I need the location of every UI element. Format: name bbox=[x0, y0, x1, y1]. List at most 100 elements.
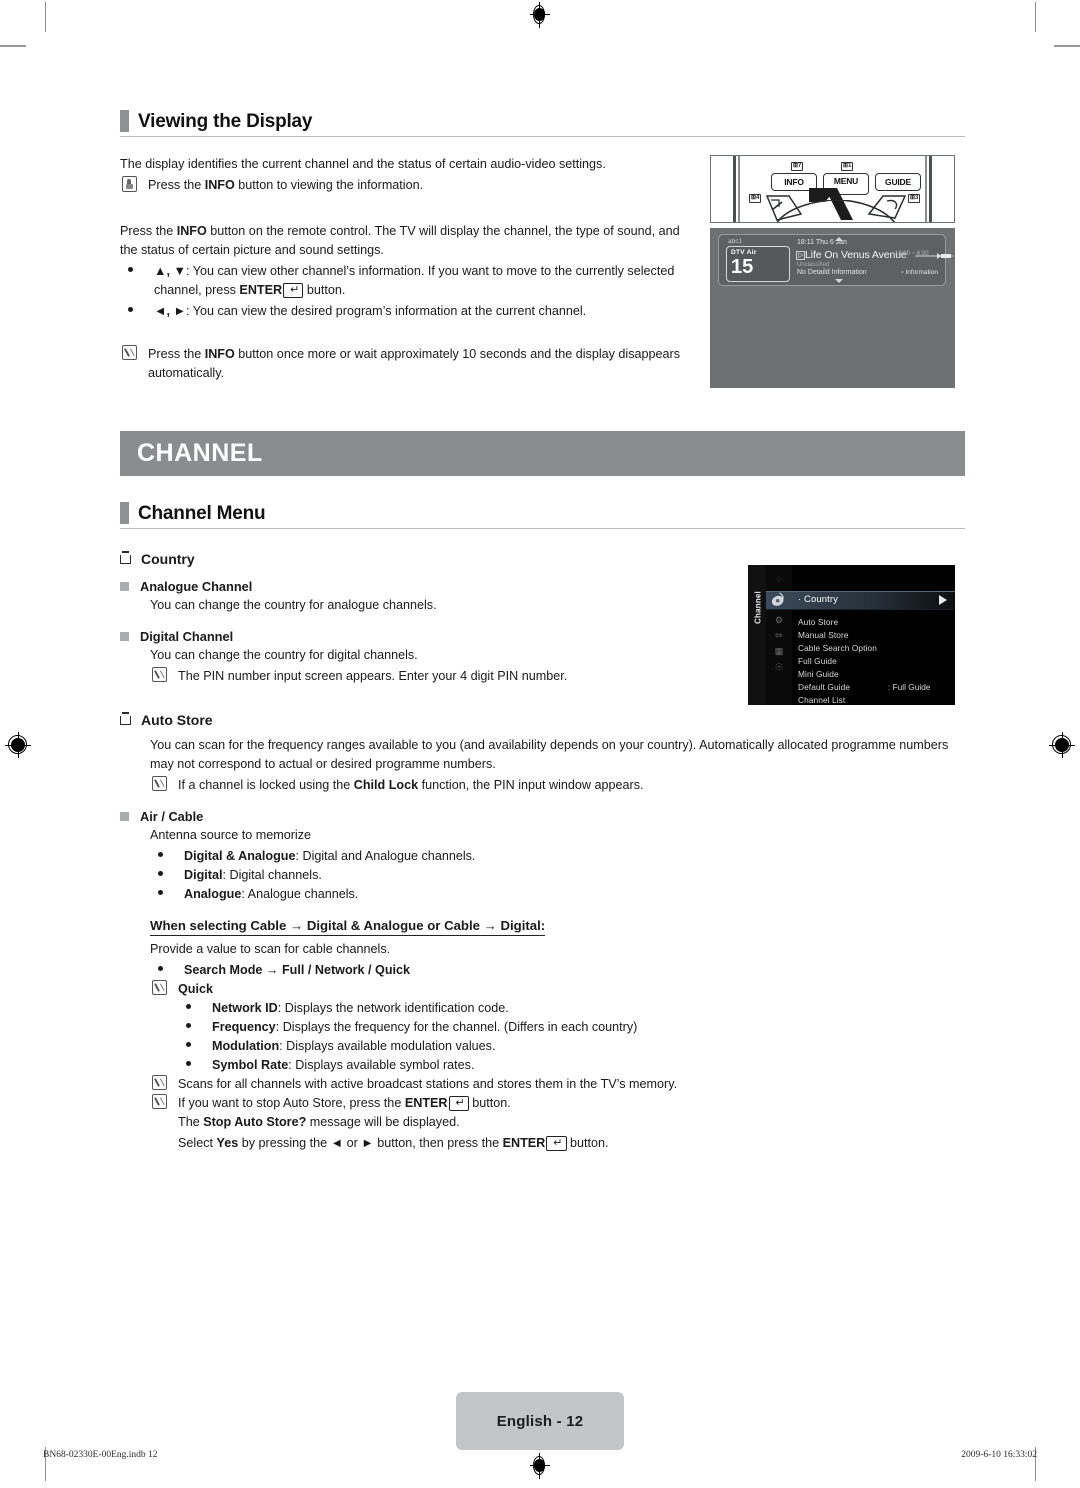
menu-chevron-right-icon[interactable] bbox=[939, 595, 947, 605]
menu-item-channel-list[interactable]: Channel List bbox=[798, 695, 845, 705]
section-heading-channel-menu: Channel Menu bbox=[120, 502, 965, 529]
quick-bullet-2-text: Frequency: Displays the frequency for th… bbox=[212, 1020, 638, 1034]
satellite-dish-icon bbox=[771, 592, 784, 606]
menu-icon-setup: ⚙ bbox=[774, 615, 784, 625]
air-cable-bullet-3: Analogue: Analogue channels. bbox=[150, 885, 965, 904]
note-icon bbox=[150, 667, 178, 686]
figure-remote-control: ⊞7 ⊞1 ⊞4 ⊞3 INFO MENU GUIDE bbox=[710, 155, 955, 223]
osd-caret-down-icon bbox=[835, 279, 843, 283]
item-digital-channel: Digital Channel bbox=[120, 629, 700, 644]
osd-programme-title: Life On Venus Avenue bbox=[805, 249, 907, 261]
air-cable-bullet-1-text: Digital & Analogue: Digital and Analogue… bbox=[184, 849, 476, 863]
menu-selected-row-highlight[interactable] bbox=[766, 591, 955, 610]
heading-accent-bar bbox=[120, 502, 129, 524]
note-icon bbox=[120, 345, 148, 364]
viewing-bullet-2: ◄, ►: You can view the desired program’s… bbox=[120, 302, 700, 321]
cable-selection-block: When selecting Cable → Digital & Analogu… bbox=[150, 904, 965, 1153]
osd-channel-number: 15 bbox=[731, 256, 754, 278]
viewing-intro-block: The display identifies the current chann… bbox=[120, 155, 700, 196]
enter-key-icon bbox=[448, 1096, 469, 1111]
osd-next-arrow-icon bbox=[937, 253, 941, 259]
bullet-icon bbox=[120, 302, 154, 321]
item-air-cable-label: Air / Cable bbox=[140, 809, 204, 824]
osd-detail-label: No Detaild Information bbox=[797, 269, 867, 276]
menu-item-cable-search-option[interactable]: Cable Search Option bbox=[798, 643, 877, 653]
item-digital-channel-note-text: The PIN number input screen appears. Ent… bbox=[178, 669, 568, 683]
menu-sidebar: Channel bbox=[748, 565, 766, 705]
menu-item-manual-store[interactable]: Manual Store bbox=[798, 630, 849, 640]
air-cable-bullet-1: Digital & Analogue: Digital and Analogue… bbox=[150, 847, 965, 866]
trim-rule-right bbox=[1035, 2, 1036, 32]
osd-band-label: DTV Air bbox=[731, 249, 757, 256]
item-analogue-channel-desc: You can change the country for analogue … bbox=[150, 598, 437, 612]
bullet-icon bbox=[178, 1018, 212, 1037]
item-digital-channel-desc: You can change the country for digital c… bbox=[150, 648, 418, 662]
note-icon bbox=[150, 1075, 178, 1094]
auto-store-final-note-2: If you want to stop Auto Store, press th… bbox=[150, 1094, 965, 1113]
registration-mark-top bbox=[529, 2, 551, 28]
viewing-bullet-1: ▲, ▼: You can view other channel’s infor… bbox=[120, 262, 700, 300]
menu-item-country[interactable]: · Country bbox=[798, 594, 838, 605]
item-digital-channel-note: The PIN number input screen appears. Ent… bbox=[150, 667, 700, 686]
select-yes-line: Select Yes by pressing the ◄ or ► button… bbox=[178, 1134, 965, 1153]
section-banner-channel: CHANNEL bbox=[120, 431, 965, 476]
osd-information-hint: ▫ Information bbox=[901, 269, 938, 276]
quick-bullet-2: Frequency: Displays the frequency for th… bbox=[178, 1018, 965, 1037]
quick-note-label: Quick bbox=[178, 982, 213, 996]
square-bullet-icon bbox=[120, 632, 129, 641]
remote-edge-right bbox=[929, 156, 932, 222]
viewing-intro-text: The display identifies the current chann… bbox=[120, 157, 606, 171]
viewing-bullet-2-text: ◄, ►: You can view the desired program’s… bbox=[154, 304, 587, 318]
subsection-auto-store-label: Auto Store bbox=[141, 712, 213, 728]
item-digital-channel-label: Digital Channel bbox=[140, 629, 234, 644]
crop-mark-top-left bbox=[0, 45, 26, 47]
auto-store-note: If a channel is locked using the Child L… bbox=[150, 776, 965, 795]
channel-menu-title: Channel Menu bbox=[138, 503, 266, 524]
bullet-icon bbox=[178, 1037, 212, 1056]
air-cable-desc: Antenna source to memorize bbox=[150, 828, 312, 842]
auto-store-final-note-1: Scans for all channels with active broad… bbox=[150, 1075, 965, 1094]
figure-tv-channel-menu: Channel ◌ ⚙ ⇰ ▦ ☉ · Country Auto Store M… bbox=[748, 565, 955, 705]
search-mode-bullet: Search Mode → Full / Network / Quick bbox=[150, 961, 965, 980]
stop-auto-store-line: The Stop Auto Store? message will be dis… bbox=[178, 1115, 460, 1129]
section-heading-viewing-the-display: Viewing the Display bbox=[120, 110, 965, 137]
menu-item-auto-store[interactable]: Auto Store bbox=[798, 617, 838, 627]
heading-accent-bar bbox=[120, 110, 129, 132]
quick-bullet-1-text: Network ID: Displays the network identif… bbox=[212, 1001, 509, 1015]
bullet-icon bbox=[120, 262, 154, 281]
menu-icon-input: ⇰ bbox=[775, 630, 783, 640]
viewing-hand-note-text: Press the INFO button to viewing the inf… bbox=[148, 178, 424, 192]
figure-osd-info-banner: abc1 DTV Air 15 18:11 Thu 6 Jan ▷ Life O… bbox=[710, 228, 955, 388]
subsection-country-label: Country bbox=[141, 551, 195, 567]
bullet-icon bbox=[150, 866, 184, 885]
osd-caret-up-icon bbox=[835, 237, 843, 241]
quick-bullet-4: Symbol Rate: Displays available symbol r… bbox=[178, 1056, 965, 1075]
bullet-icon bbox=[150, 885, 184, 904]
open-square-icon bbox=[120, 550, 131, 564]
cable-selection-desc: Provide a value to scan for cable channe… bbox=[150, 942, 391, 956]
menu-item-default-guide[interactable]: Default Guide bbox=[798, 682, 850, 692]
remote-button-guide[interactable]: GUIDE bbox=[875, 173, 921, 191]
menu-sidebar-label: Channel bbox=[753, 591, 763, 624]
osd-source-label: abc1 bbox=[728, 238, 743, 245]
menu-item-full-guide[interactable]: Full Guide bbox=[798, 656, 837, 666]
registration-mark-left bbox=[5, 732, 31, 758]
trim-rule-left bbox=[45, 2, 46, 32]
remote-tag-7: ⊞7 bbox=[791, 162, 804, 171]
auto-store-desc: You can scan for the frequency ranges av… bbox=[150, 738, 949, 771]
remote-edge-left-inner bbox=[738, 156, 740, 222]
page-number-badge: English - 12 bbox=[456, 1392, 624, 1450]
remote-tag-1: ⊞1 bbox=[841, 162, 854, 171]
item-analogue-channel: Analogue Channel bbox=[120, 579, 700, 594]
menu-item-mini-guide[interactable]: Mini Guide bbox=[798, 669, 839, 679]
osd-progress-bar bbox=[915, 254, 953, 258]
open-square-icon bbox=[120, 711, 131, 725]
auto-store-final-note-1-text: Scans for all channels with active broad… bbox=[178, 1077, 678, 1091]
hand-press-icon bbox=[120, 176, 148, 196]
crop-mark-top-right bbox=[1054, 45, 1080, 47]
menu-icon-application: ▦ bbox=[774, 646, 784, 656]
remote-edge-left bbox=[733, 156, 736, 222]
air-cable-bullet-3-text: Analogue: Analogue channels. bbox=[184, 887, 359, 901]
page-title: Viewing the Display bbox=[138, 111, 313, 132]
note-icon bbox=[150, 1094, 178, 1113]
